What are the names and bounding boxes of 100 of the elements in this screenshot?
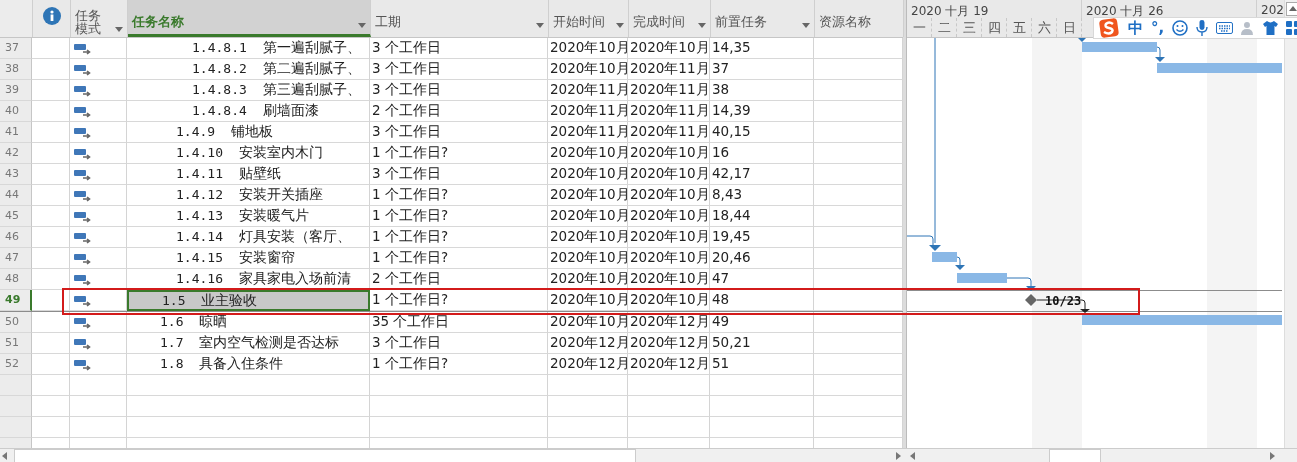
finish-cell: 2020年10月: [628, 143, 710, 164]
scroll-up-icon[interactable]: [1286, 2, 1297, 16]
finish-cell: 2020年10月: [628, 269, 710, 290]
start-cell: 2020年11月: [548, 80, 628, 101]
day-label: 二: [932, 18, 957, 37]
predecessors-cell: 16: [710, 143, 814, 164]
start-cell: 2020年10月: [548, 206, 628, 227]
row-number[interactable]: 39: [0, 80, 32, 101]
vertical-scrollbar[interactable]: [1284, 0, 1297, 448]
smiley-icon[interactable]: [1172, 20, 1189, 36]
task-mode-icon: [74, 128, 91, 139]
week-label: 202: [1260, 2, 1284, 18]
task-mode-icon: [74, 86, 91, 97]
row-header: [0, 375, 32, 396]
start-cell: 2020年10月: [548, 59, 628, 80]
row-number[interactable]: 43: [0, 164, 32, 185]
task-name-cell: 1.7 室内空气检测是否达标: [127, 333, 370, 354]
task-name-cell: 1.8 具备入住条件: [127, 354, 370, 375]
column-header[interactable]: 前置任务: [711, 0, 815, 37]
scroll-left-icon[interactable]: [0, 449, 10, 462]
row-number[interactable]: 48: [0, 269, 32, 290]
duration-cell: 2 个工作日: [370, 269, 548, 290]
row-number[interactable]: 40: [0, 101, 32, 122]
duration-cell: 3 个工作日: [370, 59, 548, 80]
duration-cell: 1 个工作日?: [370, 227, 548, 248]
finish-cell: 2020年12月: [628, 333, 710, 354]
duration-cell: 1 个工作日?: [370, 206, 548, 227]
row-number[interactable]: 41: [0, 122, 32, 143]
predecessors-cell: 8,43: [710, 185, 814, 206]
predecessors-cell: 14,39: [710, 101, 814, 122]
row-number[interactable]: 50: [0, 312, 32, 333]
duration-cell: 3 个工作日: [370, 333, 548, 354]
day-label: 四: [982, 18, 1007, 37]
predecessors-cell: 38: [710, 80, 814, 101]
task-name-cell: 1.4.10 安装室内木门: [127, 143, 370, 164]
predecessors-cell: 50,21: [710, 333, 814, 354]
finish-cell: 2020年10月: [628, 290, 710, 311]
start-cell: 2020年11月: [548, 122, 628, 143]
column-header[interactable]: 完成时间: [629, 0, 711, 37]
task-mode-icon: [74, 191, 91, 202]
row-number[interactable]: 49: [0, 290, 32, 311]
row-number[interactable]: 38: [0, 59, 32, 80]
task-name-cell: 1.4.12 安装开关插座: [127, 185, 370, 206]
grid-icon[interactable]: [1286, 21, 1297, 35]
row-number[interactable]: 46: [0, 227, 32, 248]
week-label: 2020 十月 19: [907, 0, 1082, 18]
finish-cell: 2020年10月: [628, 248, 710, 269]
duration-cell: 1 个工作日?: [370, 290, 548, 311]
task-mode-icon: [74, 339, 91, 350]
input-mode-toggle[interactable]: 中: [1127, 18, 1143, 38]
info-icon: [42, 7, 61, 25]
duration-cell: 1 个工作日?: [370, 185, 548, 206]
row-number[interactable]: 45: [0, 206, 32, 227]
task-name-cell: 1.4.11 贴壁纸: [127, 164, 370, 185]
horizontal-scrollbar[interactable]: [0, 449, 903, 462]
finish-cell: 2020年10月: [628, 206, 710, 227]
task-mode-icon: [74, 254, 91, 265]
scroll-right-icon[interactable]: [893, 449, 903, 462]
finish-cell: 2020年11月: [628, 122, 710, 143]
task-name-cell: 1.4.13 安装暖气片: [127, 206, 370, 227]
column-header[interactable]: 工期: [371, 0, 549, 37]
task-name-cell: 1.4.15 安装窗帘: [127, 248, 370, 269]
microphone-icon[interactable]: [1196, 20, 1209, 36]
milestone-icon[interactable]: [1025, 294, 1037, 306]
predecessors-cell: 49: [710, 312, 814, 333]
punctuation-toggle[interactable]: °,: [1150, 19, 1165, 37]
predecessors-cell: 40,15: [710, 122, 814, 143]
shirt-icon[interactable]: [1263, 21, 1278, 35]
row-number[interactable]: 47: [0, 248, 32, 269]
column-header[interactable]: 任务名称: [128, 0, 371, 37]
start-cell: 2020年11月: [548, 101, 628, 122]
finish-cell: 2020年10月: [628, 227, 710, 248]
row-number[interactable]: 37: [0, 38, 32, 59]
task-name-cell: 1.4.8.2 第二遍刮腻子、: [127, 59, 370, 80]
task-mode-icon: [74, 296, 91, 307]
duration-cell: 3 个工作日: [370, 122, 548, 143]
predecessors-cell: 47: [710, 269, 814, 290]
predecessors-cell: 51: [710, 354, 814, 375]
duration-cell: 3 个工作日: [370, 38, 548, 59]
column-header[interactable]: 开始时间: [549, 0, 629, 37]
task-mode-icon: [74, 318, 91, 329]
predecessors-cell: 48: [710, 290, 814, 311]
duration-cell: 1 个工作日?: [370, 354, 548, 375]
task-mode-icon: [74, 170, 91, 181]
finish-cell: 2020年10月: [628, 185, 710, 206]
predecessors-cell: 14,35: [710, 38, 814, 59]
scroll-thumb[interactable]: [14, 448, 636, 462]
scroll-thumb[interactable]: [1049, 448, 1101, 462]
start-cell: 2020年10月: [548, 269, 628, 290]
row-number[interactable]: 44: [0, 185, 32, 206]
task-name-cell: 1.4.8.1 第一遍刮腻子、: [127, 38, 370, 59]
start-cell: 2020年10月: [548, 290, 628, 311]
row-header: [0, 396, 32, 417]
finish-cell: 2020年11月: [628, 59, 710, 80]
keyboard-icon[interactable]: [1216, 22, 1234, 34]
duration-cell: 3 个工作日: [370, 80, 548, 101]
row-number[interactable]: 52: [0, 354, 32, 375]
finish-cell: 2020年11月: [628, 101, 710, 122]
row-number[interactable]: 42: [0, 143, 32, 164]
row-number[interactable]: 51: [0, 333, 32, 354]
